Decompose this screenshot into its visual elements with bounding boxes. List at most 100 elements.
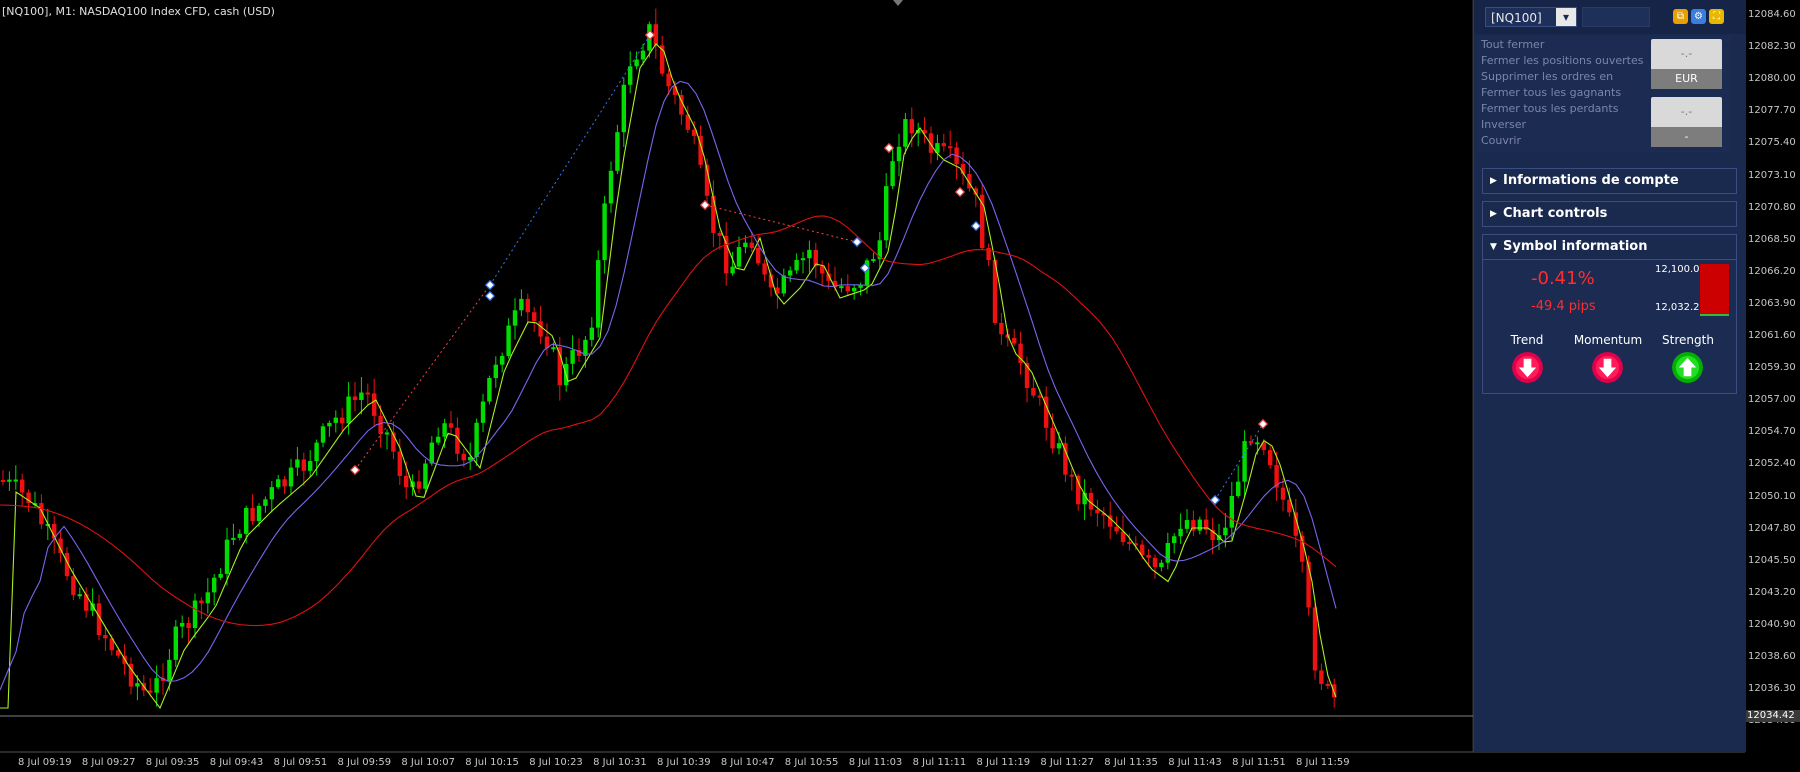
- section-symbol-info[interactable]: ▼ Symbol information: [1482, 234, 1737, 260]
- close-open-positions-link[interactable]: Fermer les positions ouvertes: [1481, 54, 1644, 67]
- candle-body: [448, 423, 454, 428]
- candle-body: [1319, 670, 1324, 684]
- candle-body: [1076, 475, 1081, 505]
- slow-ma-line: [0, 215, 1337, 627]
- trade-marker: [484, 290, 496, 302]
- time-axis-label: 8 Jul 10:31: [593, 757, 647, 768]
- trade-marker: [484, 279, 496, 291]
- close-all-link[interactable]: Tout fermer: [1481, 38, 1544, 51]
- section-account-info[interactable]: ▶ Informations de compte: [1482, 168, 1737, 194]
- candle-body: [167, 659, 172, 681]
- candle-body: [7, 479, 12, 482]
- time-axis-label: 8 Jul 11:03: [848, 757, 903, 768]
- close-winners-link[interactable]: Fermer tous les gagnants: [1481, 86, 1621, 99]
- candle-body: [1172, 536, 1177, 544]
- arrow-down-icon: [1512, 352, 1543, 383]
- candle-body: [365, 392, 370, 395]
- candle-body: [807, 249, 812, 259]
- candle-body: [186, 622, 191, 629]
- price-axis-label: 12057.00: [1748, 394, 1796, 406]
- trade-marker: [954, 186, 966, 198]
- candle-body: [1197, 519, 1202, 531]
- reverse-link[interactable]: Inverser: [1481, 118, 1526, 131]
- price-axis-label: 12075.40: [1748, 137, 1796, 149]
- close-losers-link[interactable]: Fermer tous les perdants: [1481, 102, 1618, 115]
- candle-body: [788, 270, 793, 276]
- price-axis-label: 12082.30: [1748, 41, 1796, 53]
- candle-body: [1325, 683, 1330, 686]
- time-axis-label: 8 Jul 09:35: [145, 757, 200, 768]
- candle-body: [423, 463, 428, 489]
- candle-body: [519, 298, 524, 311]
- candle-body: [666, 73, 671, 87]
- price-axis-label: 12043.20: [1748, 586, 1796, 598]
- time-axis-label: 8 Jul 10:23: [529, 757, 583, 768]
- candle-body: [397, 451, 402, 476]
- scroll-marker: [893, 0, 903, 6]
- price-axis-label: 12077.70: [1748, 105, 1796, 117]
- candle-body: [602, 203, 607, 261]
- candle-body: [736, 247, 742, 267]
- candle-body: [948, 146, 953, 149]
- symbol-input[interactable]: [1582, 7, 1650, 27]
- trade-marker: [349, 464, 361, 476]
- candle-body: [749, 242, 754, 248]
- candle-body: [282, 479, 287, 487]
- candle-body: [436, 436, 441, 443]
- candle-body: [717, 232, 722, 236]
- candle-body: [589, 327, 594, 340]
- momentum-label: Momentum: [1573, 333, 1643, 347]
- gear-icon[interactable]: ⚙: [1691, 9, 1706, 24]
- candle-body: [640, 50, 646, 60]
- candle-body: [90, 603, 95, 611]
- candle-body: [461, 453, 466, 461]
- price-axis-label: 12052.40: [1748, 458, 1796, 470]
- candle-body: [724, 235, 729, 274]
- time-axis-label: 8 Jul 09:51: [273, 757, 328, 768]
- strength-label: Strength: [1662, 333, 1714, 347]
- candle-body: [205, 592, 210, 604]
- candle-body: [794, 260, 799, 271]
- candle-body: [250, 507, 255, 521]
- symbol-info-body: -0.41% -49.4 pips 12,100.03 12,032.22 Tr…: [1482, 260, 1737, 394]
- candle-body: [301, 459, 306, 471]
- candle-body: [13, 479, 18, 482]
- delete-orders-link[interactable]: Supprimer les ordres en: [1481, 70, 1613, 83]
- candle-body: [1050, 427, 1055, 449]
- chevron-down-icon[interactable]: ▾: [1556, 8, 1576, 26]
- buy-button[interactable]: -.- EUR: [1651, 39, 1722, 89]
- candle-body: [487, 377, 492, 402]
- hedge-link[interactable]: Couvrir: [1481, 134, 1521, 147]
- section-chart-controls[interactable]: ▶ Chart controls: [1482, 201, 1737, 227]
- sell-price[interactable]: -.-: [1651, 97, 1722, 127]
- candle-body: [333, 417, 338, 423]
- trade-marker: [883, 142, 895, 154]
- candle-body: [756, 247, 761, 264]
- time-axis-label: 8 Jul 10:55: [784, 757, 839, 768]
- trade-marker: [644, 29, 656, 41]
- candle-body: [173, 626, 178, 660]
- candle-body: [1268, 450, 1273, 466]
- copy-icon[interactable]: ⧉: [1673, 9, 1688, 24]
- candle-body: [1069, 474, 1074, 477]
- candle-body: [378, 415, 383, 434]
- sell-button[interactable]: -.- -: [1651, 97, 1722, 147]
- candle-body: [525, 298, 530, 313]
- candle-body: [871, 259, 876, 262]
- candle-body: [1037, 395, 1042, 398]
- buy-price[interactable]: -.-: [1651, 39, 1722, 69]
- candle-body: [608, 170, 614, 204]
- time-axis-label: 8 Jul 10:15: [465, 757, 519, 768]
- candle-body: [1012, 337, 1017, 344]
- candle-body: [890, 161, 895, 187]
- candle-body: [237, 533, 242, 538]
- candle-body: [474, 422, 479, 458]
- candle-body: [781, 275, 786, 294]
- candle-body: [1095, 509, 1100, 514]
- candle-body: [1178, 528, 1183, 537]
- candle-body: [1236, 481, 1241, 497]
- candle-body: [896, 146, 902, 162]
- symbol-select[interactable]: [NQ100] ▾: [1485, 7, 1577, 27]
- price-chart[interactable]: [NQ100], M1: NASDAQ100 Index CFD, cash (…: [0, 0, 1745, 753]
- expand-icon[interactable]: ⛶: [1709, 9, 1724, 24]
